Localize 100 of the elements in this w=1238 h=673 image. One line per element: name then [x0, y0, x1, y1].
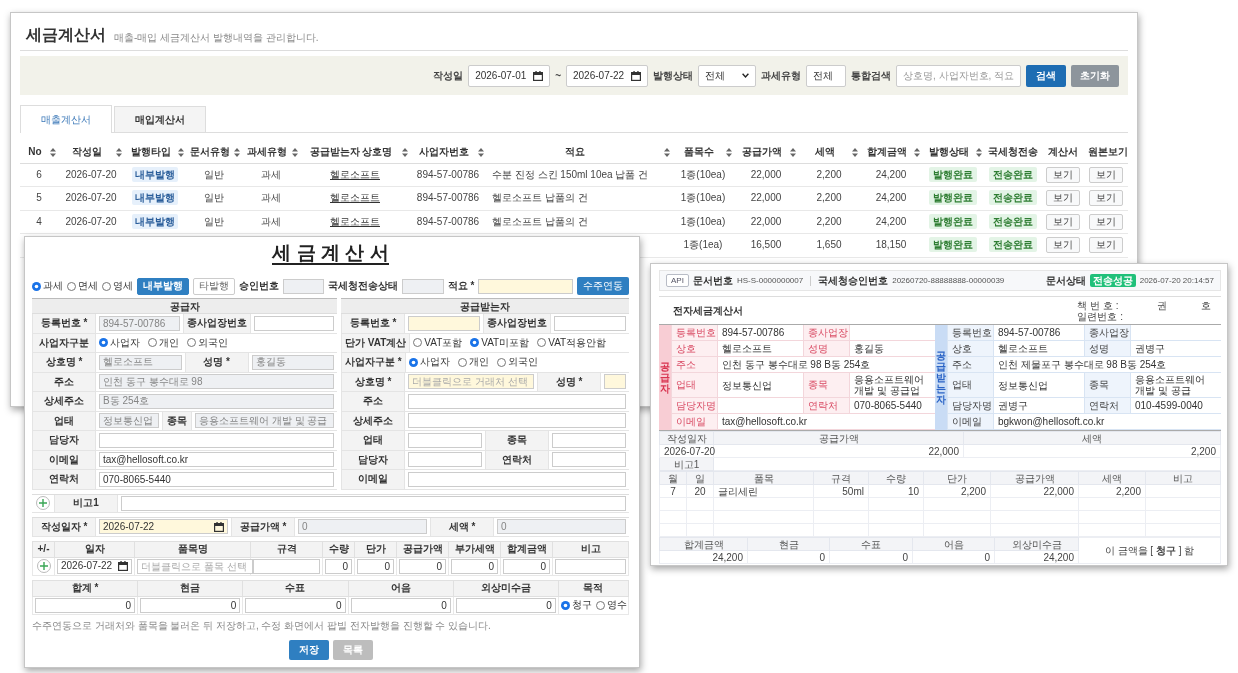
radio-option[interactable]: 청구	[560, 599, 592, 611]
view-button[interactable]: 보기	[1089, 213, 1123, 230]
input-field[interactable]: 더블클릭으로 거래처 선택	[408, 374, 534, 390]
radio-icon[interactable]	[32, 281, 41, 291]
toggle-button[interactable]: 내부발행	[137, 277, 189, 295]
toggle-button[interactable]: 타발행	[193, 277, 235, 295]
input-field[interactable]: 070-8065-5440	[99, 471, 334, 487]
view-button[interactable]: 보기	[1089, 237, 1123, 254]
date-field[interactable]: 2026-07-01	[468, 64, 551, 87]
search-button[interactable]: 검색	[1026, 64, 1066, 87]
view-button[interactable]: 보기	[1046, 237, 1080, 254]
view-button[interactable]: 보기	[1046, 190, 1080, 207]
input-field[interactable]: 인천 동구 봉수대로 98	[99, 374, 334, 390]
view-button[interactable]: 보기	[1089, 190, 1123, 207]
save-button[interactable]: 저장	[288, 639, 329, 660]
input-field[interactable]	[408, 452, 482, 468]
radio-option[interactable]: 외국인	[187, 336, 228, 349]
radio-icon[interactable]	[560, 600, 570, 610]
radio-option[interactable]: 사업자	[99, 336, 140, 349]
amount-field[interactable]: 0	[35, 597, 136, 613]
radio-option[interactable]: VAT미포함	[470, 336, 530, 349]
radio-icon[interactable]	[413, 338, 423, 348]
select-dropdown[interactable]: 전체	[698, 64, 756, 87]
input-field[interactable]: 홍길동	[251, 354, 334, 370]
amount-field[interactable]: 0	[325, 558, 352, 574]
sort-icon[interactable]	[914, 147, 920, 157]
input-field[interactable]	[554, 315, 626, 331]
view-button[interactable]: 보기	[1046, 213, 1080, 230]
input-field[interactable]	[408, 413, 626, 429]
radio-icon[interactable]	[496, 357, 506, 367]
calendar-icon[interactable]	[631, 70, 641, 81]
input-field[interactable]	[604, 374, 626, 390]
input-field[interactable]	[408, 393, 626, 409]
sort-icon[interactable]	[50, 147, 56, 157]
input-field[interactable]	[253, 315, 334, 331]
radio-icon[interactable]	[537, 338, 547, 348]
sort-icon[interactable]	[292, 147, 298, 157]
sort-icon[interactable]	[178, 147, 184, 157]
amount-field[interactable]: 0	[503, 558, 550, 574]
radio-icon[interactable]	[99, 338, 108, 348]
tab[interactable]: 매입계산서	[114, 106, 206, 132]
input-field[interactable]: 헬로소프트	[99, 354, 182, 370]
company-link[interactable]: 헬로소프트	[330, 192, 380, 204]
calendar-icon[interactable]	[533, 70, 544, 81]
amount-field[interactable]: 0	[245, 597, 346, 613]
input-field[interactable]	[408, 432, 482, 448]
sort-icon[interactable]	[116, 147, 122, 157]
input-field[interactable]: 응용소프트웨어 개발 및 공급	[195, 413, 334, 429]
input-field[interactable]	[99, 432, 334, 448]
search-field[interactable]: 상호명, 사업자번호, 적요	[896, 64, 1021, 87]
radio-option[interactable]: 과세	[32, 280, 63, 292]
sort-icon[interactable]	[402, 147, 408, 157]
radio-icon[interactable]	[148, 338, 157, 348]
radio-option[interactable]: 영수	[595, 599, 627, 611]
calendar-icon[interactable]	[118, 561, 128, 571]
date-field[interactable]: 2026-07-22	[57, 558, 132, 574]
amount-field[interactable]: 0	[140, 597, 241, 613]
view-button[interactable]: 보기	[1089, 166, 1123, 183]
radio-option[interactable]: 개인	[457, 356, 489, 369]
sort-icon[interactable]	[790, 147, 796, 157]
amount-field[interactable]: 0	[399, 558, 446, 574]
amount-field[interactable]: 0	[357, 558, 394, 574]
caret-icon[interactable]	[742, 73, 749, 78]
action-button[interactable]: 수주연동	[577, 277, 629, 295]
company-link[interactable]: 헬로소프트	[330, 215, 380, 227]
sort-icon[interactable]	[976, 147, 982, 157]
input-field[interactable]	[552, 432, 626, 448]
radio-icon[interactable]	[187, 338, 196, 348]
input-field[interactable]: tax@hellosoft.co.kr	[99, 452, 334, 468]
sort-icon[interactable]	[726, 147, 732, 157]
date-field[interactable]: 2026-07-22	[566, 64, 648, 87]
company-link[interactable]: 헬로소프트	[330, 168, 380, 180]
radio-option[interactable]: 사업자	[408, 356, 450, 369]
radio-option[interactable]: 개인	[148, 336, 179, 349]
calendar-icon[interactable]	[214, 521, 224, 532]
input-field[interactable]: 0	[298, 519, 427, 535]
input-field[interactable]	[478, 278, 573, 294]
date-field[interactable]: 2026-07-22	[99, 519, 228, 535]
input-field[interactable]	[408, 471, 626, 487]
input-field[interactable]	[283, 278, 325, 294]
tab[interactable]: 매출계산서	[20, 105, 112, 133]
radio-option[interactable]: VAT적용안함	[537, 336, 607, 349]
sort-icon[interactable]	[234, 147, 240, 157]
amount-field[interactable]: 0	[350, 597, 451, 613]
sort-icon[interactable]	[664, 147, 670, 157]
select-dropdown[interactable]: 전체	[806, 64, 846, 87]
input-field[interactable]	[408, 315, 480, 331]
radio-option[interactable]: VAT포함	[413, 336, 463, 349]
input-field[interactable]	[253, 558, 320, 574]
radio-icon[interactable]	[595, 600, 605, 610]
input-field[interactable]	[402, 278, 444, 294]
amount-field[interactable]: 0	[451, 558, 498, 574]
radio-icon[interactable]	[102, 281, 111, 291]
sort-icon[interactable]	[478, 147, 484, 157]
input-field[interactable]: 0	[497, 519, 626, 535]
input-field[interactable]: 더블클릭으로 품목 선택	[137, 558, 253, 574]
radio-icon[interactable]	[457, 357, 467, 367]
radio-option[interactable]: 영세	[102, 280, 133, 292]
input-field[interactable]: 정보통신업	[99, 413, 159, 429]
input-field[interactable]	[552, 452, 626, 468]
